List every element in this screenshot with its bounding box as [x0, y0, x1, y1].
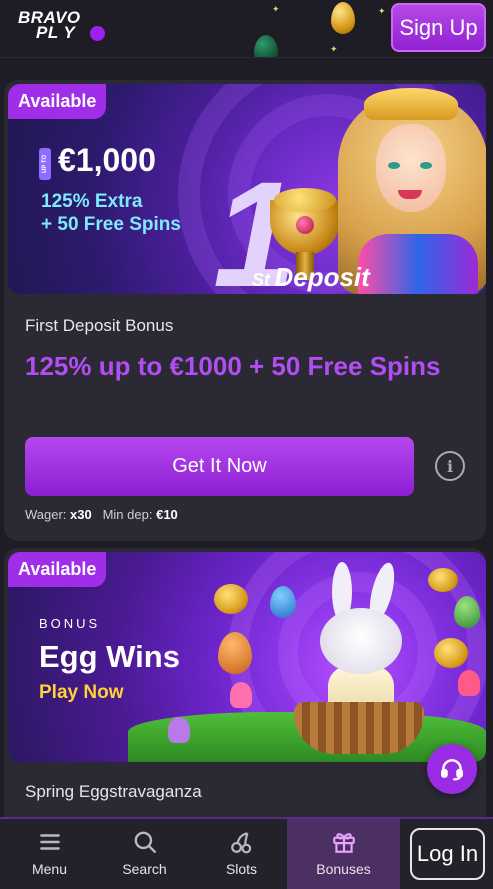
top-header: BRAVO PL Y ✦ ✦ ✦ Sign Up: [0, 0, 493, 58]
tulip-decoration: [230, 682, 252, 708]
wager-label: Wager:: [25, 507, 67, 522]
promo-subtitle: Spring Eggstravaganza: [25, 782, 202, 801]
nav-item-bonuses[interactable]: Bonuses: [287, 819, 400, 889]
nav-label-search: Search: [122, 861, 167, 877]
nav-item-search[interactable]: Search: [95, 819, 194, 889]
play-icon: [90, 26, 105, 41]
up-to-tag: UP TO: [39, 148, 51, 180]
tulip-decoration: [458, 670, 480, 696]
deposit-word: Deposit: [274, 262, 370, 292]
bonus-amount: €1,000: [58, 142, 156, 178]
gold-coin-decoration: [428, 568, 458, 592]
egg-wins-title: Egg Wins: [39, 639, 180, 674]
promo-card-egg-wins: BONUS Egg Wins Play Now Available Spring…: [4, 548, 486, 828]
blue-egg-decoration: [270, 586, 296, 618]
support-chat-button[interactable]: [427, 744, 477, 794]
log-in-button[interactable]: Log In: [410, 828, 485, 880]
cherries-icon: [230, 832, 251, 854]
logo-line2: PL Y: [36, 23, 76, 42]
green-egg-decoration: [254, 35, 278, 57]
available-badge: Available: [8, 84, 107, 119]
min-dep-value: €10: [156, 507, 178, 522]
nav-label-bonuses: Bonuses: [316, 861, 371, 877]
promo-terms: Wager: x30 Min dep: €10: [25, 507, 178, 522]
egg-basket-illustration: [294, 702, 424, 754]
min-dep-label: Min dep:: [102, 507, 153, 522]
nav-label-slots: Slots: [225, 861, 258, 877]
golden-egg-decoration: [331, 2, 355, 34]
bravoplay-logo[interactable]: BRAVO PL Y: [18, 9, 108, 43]
extra-line2: + 50 Free Spins: [41, 214, 181, 235]
sparkle-icon: ✦: [330, 44, 338, 54]
gold-coin-decoration: [214, 584, 248, 614]
promo-card-first-deposit: 1 UP TO €1,000 125% Extra + 50 Free Spin…: [4, 80, 486, 541]
get-it-now-button[interactable]: Get It Now: [25, 437, 414, 496]
available-badge: Available: [8, 552, 107, 587]
deposit-ordinal: St: [252, 270, 270, 290]
gift-icon: [332, 833, 355, 853]
sparkle-icon: ✦: [272, 4, 280, 14]
tulip-decoration: [168, 717, 190, 743]
promo-banner-egg-wins[interactable]: BONUS Egg Wins Play Now Available: [8, 552, 486, 762]
wager-value: x30: [70, 507, 92, 522]
sparkle-icon: ✦: [378, 6, 386, 16]
promo-title: 125% up to €1000 + 50 Free Spins: [25, 351, 441, 381]
search-icon: [134, 831, 156, 853]
bonus-label: BONUS: [39, 616, 101, 631]
nav-item-slots[interactable]: Slots: [192, 819, 291, 889]
hamburger-icon: [39, 834, 60, 850]
easter-bunny-illustration: [306, 560, 416, 722]
sign-up-button[interactable]: Sign Up: [391, 3, 486, 52]
bonus-extra-text: 125% Extra + 50 Free Spins: [41, 190, 181, 236]
extra-line1: 125% Extra: [41, 191, 143, 212]
info-icon[interactable]: i: [435, 451, 465, 481]
nav-label-menu: Menu: [31, 861, 68, 877]
promo-subtitle: First Deposit Bonus: [25, 316, 174, 335]
play-now-link[interactable]: Play Now: [39, 682, 123, 704]
promo-banner-first-deposit[interactable]: 1 UP TO €1,000 125% Extra + 50 Free Spin…: [8, 84, 486, 294]
nav-item-menu[interactable]: Menu: [0, 819, 99, 889]
gold-coin-decoration: [434, 638, 468, 668]
orange-egg-decoration: [218, 632, 252, 674]
first-deposit-tag: St Deposit: [252, 262, 370, 293]
headset-icon: [441, 759, 463, 781]
green-egg-decoration: [454, 596, 480, 628]
bottom-navigation: Menu Search Slots Bonuses Log In: [0, 817, 493, 889]
